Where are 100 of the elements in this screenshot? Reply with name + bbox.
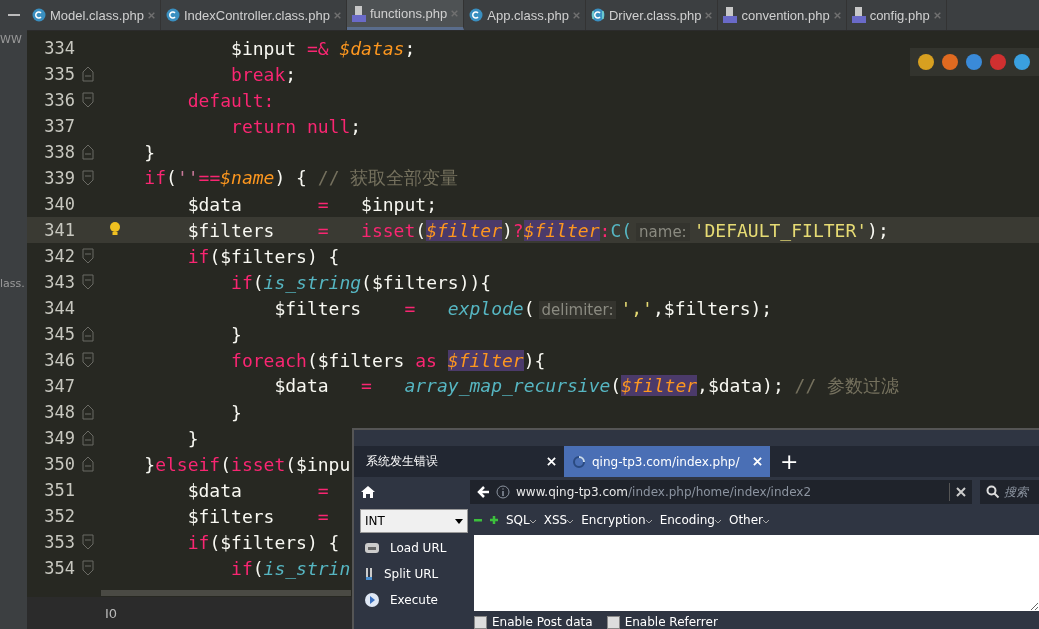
line-number: 336 <box>43 90 75 110</box>
fold-marker-icon[interactable] <box>82 66 94 82</box>
menu-item[interactable]: Other <box>728 513 770 527</box>
file-tab[interactable]: convention.php <box>718 0 847 30</box>
line-number: 334 <box>43 38 75 58</box>
fold-marker-icon[interactable] <box>82 534 94 550</box>
code-line: $input =& $datas; <box>230 37 416 59</box>
fold-marker-icon[interactable] <box>82 92 94 108</box>
menu-item[interactable]: XSS <box>543 513 574 527</box>
project-tree-item[interactable]: lass. <box>0 274 27 294</box>
fold-marker-icon[interactable] <box>82 326 94 342</box>
file-tab[interactable]: config.php <box>846 0 947 30</box>
fold-marker-icon[interactable] <box>82 170 94 186</box>
code-line: $data = array_map_recursive($filter,$data); // 参数过滤 <box>273 374 900 398</box>
type-select[interactable]: INT <box>360 509 468 533</box>
code-line: $filters = explode( delimiter: ',',$filters); <box>273 297 773 319</box>
new-tab-button[interactable]: + <box>770 446 809 478</box>
checkbox[interactable] <box>474 615 487 629</box>
browser-icon[interactable] <box>966 54 982 70</box>
line-number: 352 <box>43 506 75 526</box>
back-arrow-icon[interactable] <box>476 485 490 500</box>
search-field[interactable]: 搜索 <box>980 480 1039 505</box>
line-number: 353 <box>43 532 75 552</box>
php-file-icon <box>351 5 366 22</box>
line-number: 337 <box>43 116 75 136</box>
url-input-area[interactable] <box>474 535 1039 611</box>
info-icon[interactable] <box>496 485 510 500</box>
browser-icon[interactable] <box>1014 54 1030 70</box>
scrollbar-thumb[interactable] <box>101 590 351 596</box>
code-line: $filters = isset($filter)?$filter:C( name: 'DEFAULT_FILTER'); <box>186 219 889 241</box>
file-tab[interactable]: App.class.php <box>464 0 586 30</box>
php-file-icon <box>851 7 866 23</box>
file-tab[interactable]: IndexController.class.php <box>160 0 347 30</box>
line-number: 345 <box>43 324 75 344</box>
line-number: 341 <box>43 220 75 240</box>
line-number: 335 <box>43 64 75 84</box>
menu-item[interactable]: Encoding <box>659 513 721 527</box>
action-button[interactable]: Split URL <box>360 563 468 585</box>
play-icon <box>364 592 380 608</box>
code-line: if(is_string($filters)){ <box>230 271 492 293</box>
code-line: } <box>230 401 242 423</box>
code-line: return null; <box>230 115 362 137</box>
caret-icon <box>529 520 536 524</box>
code-line: foreach($filters as $filter){ <box>230 349 546 371</box>
home-icon[interactable] <box>360 485 376 500</box>
code-line: if(is_strin <box>230 557 351 579</box>
menu-item[interactable]: Encryption <box>581 513 652 527</box>
fold-marker-icon[interactable] <box>82 248 94 264</box>
collapse-icon[interactable] <box>7 13 20 17</box>
minus-icon[interactable] <box>474 516 482 524</box>
line-number: 338 <box>43 142 75 162</box>
fold-marker-icon[interactable] <box>82 430 94 446</box>
class-icon <box>165 8 180 22</box>
code-line: break; <box>230 63 297 85</box>
fold-marker-icon[interactable] <box>82 352 94 368</box>
action-button[interactable]: Load URL <box>360 537 468 559</box>
php-file-icon <box>723 7 738 23</box>
line-number: 347 <box>43 376 75 396</box>
browser-tab[interactable]: qing-tp3.com/index.php/ <box>564 446 770 478</box>
address-bar[interactable]: www.qing-tp3.com/index.php/home/index/index2 <box>470 480 972 505</box>
fold-marker-icon[interactable] <box>82 560 94 576</box>
code-line: $filters = <box>186 505 329 527</box>
action-button[interactable]: Execute <box>360 589 468 611</box>
fold-marker-icon[interactable] <box>82 144 94 160</box>
code-line: if(''==$name) { // 获取全部变量 <box>143 166 459 190</box>
line-number: 346 <box>43 350 75 370</box>
code-line: } <box>230 323 242 345</box>
code-line: $data = $input; <box>186 193 437 215</box>
checkbox[interactable] <box>606 615 620 629</box>
line-number: 340 <box>43 194 75 214</box>
split-icon <box>364 567 374 581</box>
code-line: if($filters) { <box>186 245 340 267</box>
fold-marker-icon[interactable] <box>82 404 94 420</box>
browser-icon[interactable] <box>942 54 958 70</box>
class-icon <box>32 8 46 22</box>
load-icon <box>364 541 380 555</box>
project-tree-item[interactable]: WW <box>0 30 27 50</box>
menu-item[interactable]: SQL <box>506 513 536 527</box>
browser-tab[interactable]: 系统发生错误 <box>358 446 564 478</box>
dropdown-caret-icon[interactable] <box>455 518 463 524</box>
plus-icon[interactable] <box>490 516 498 524</box>
checkbox-label: Enable Post data <box>492 615 593 629</box>
caret-icon <box>763 520 770 524</box>
browser-icon[interactable] <box>990 54 1006 70</box>
file-tab[interactable]: Driver.class.php <box>585 0 719 30</box>
caret-icon <box>714 520 721 524</box>
fold-marker-icon[interactable] <box>82 456 94 472</box>
code-line: if($filters) { <box>186 531 340 553</box>
code-line: }elseif(isset($inpu <box>143 453 351 475</box>
line-number: 339 <box>43 168 75 188</box>
file-tab[interactable]: Model.class.php <box>27 0 161 30</box>
code-line: $data = <box>186 479 329 501</box>
code-line: } <box>186 427 199 449</box>
status-text: I0 <box>105 605 118 621</box>
browser-icon[interactable] <box>918 54 934 70</box>
caret-icon <box>645 520 652 524</box>
line-number: 344 <box>43 298 75 318</box>
file-tab[interactable]: functions.php <box>346 0 465 30</box>
fold-marker-icon[interactable] <box>82 274 94 290</box>
lightbulb-icon[interactable] <box>109 221 121 237</box>
